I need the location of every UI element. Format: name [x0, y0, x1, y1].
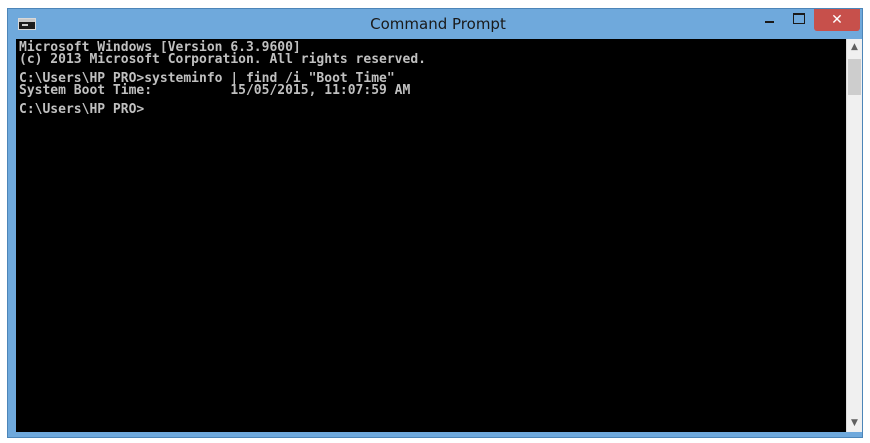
console-prompt-line: C:\Users\HP PRO> — [19, 102, 145, 117]
console-output-area[interactable]: Microsoft Windows [Version 6.3.9600] (c) … — [16, 39, 846, 432]
close-button[interactable]: ✕ — [814, 9, 860, 31]
title-bar[interactable]: Command Prompt ✕ — [8, 9, 862, 39]
command-prompt-window: Command Prompt ✕ Microsoft Windows [Vers… — [7, 8, 863, 438]
vertical-scrollbar[interactable]: ▲ ▼ — [846, 39, 862, 432]
maximize-button[interactable] — [784, 9, 812, 31]
close-icon: ✕ — [831, 12, 843, 28]
scroll-down-arrow-icon[interactable]: ▼ — [847, 415, 862, 432]
maximize-icon — [793, 13, 805, 24]
minimize-icon — [765, 21, 774, 23]
console-line: (c) 2013 Microsoft Corporation. All righ… — [19, 52, 426, 67]
scroll-up-arrow-icon[interactable]: ▲ — [847, 39, 862, 56]
console-text: Microsoft Windows [Version 6.3.9600] (c) … — [19, 41, 426, 117]
scroll-thumb[interactable] — [848, 59, 861, 95]
window-title: Command Prompt — [370, 15, 506, 33]
console-window-icon[interactable] — [18, 18, 36, 30]
console-line: System Boot Time: 15/05/2015, 11:07:59 A… — [19, 83, 411, 98]
minimize-button[interactable] — [755, 9, 783, 31]
